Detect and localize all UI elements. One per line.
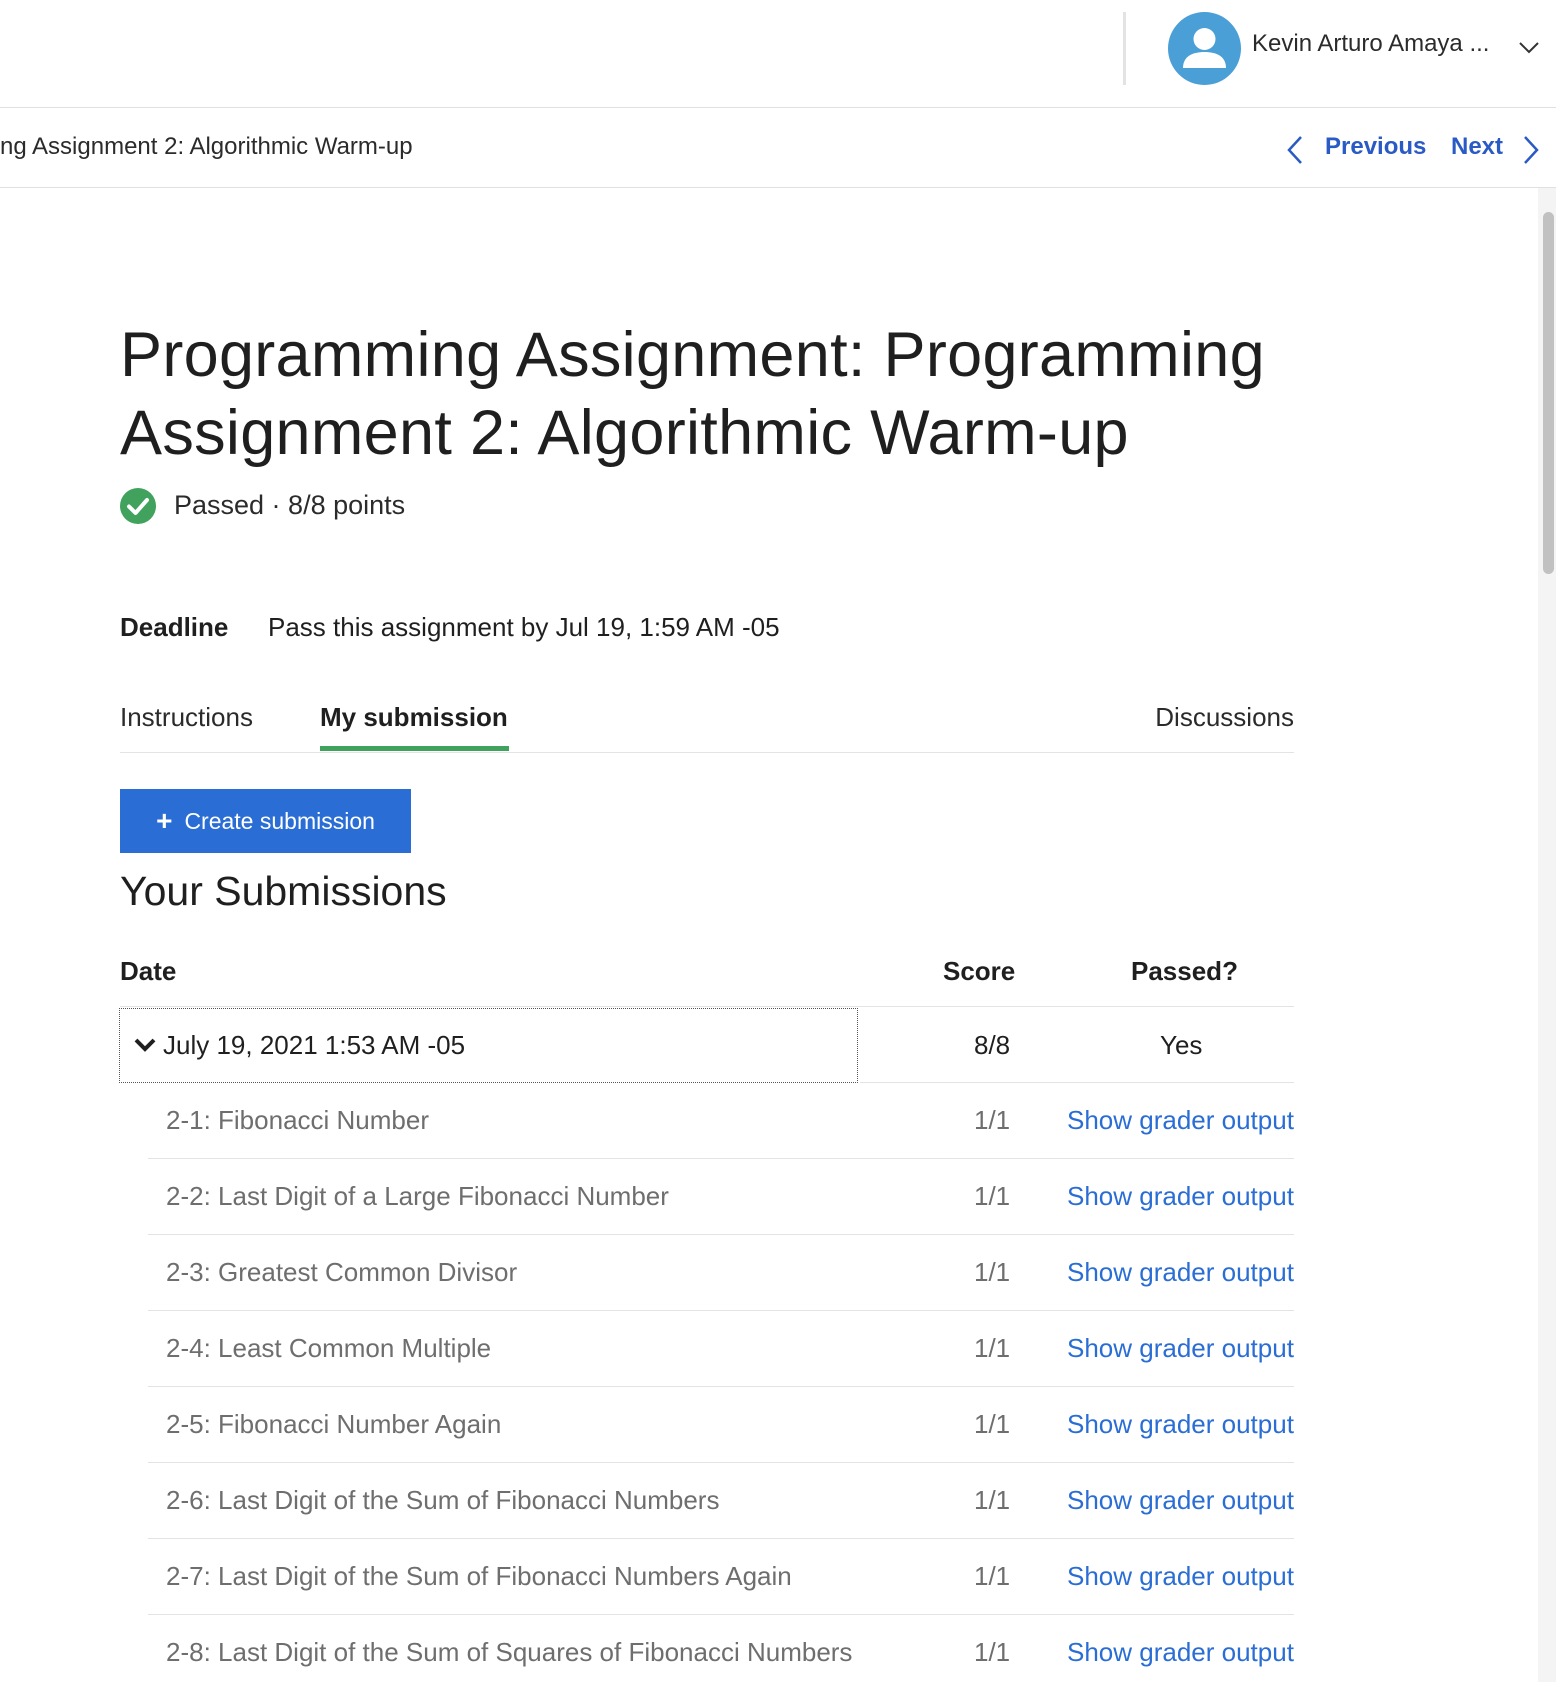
- item-navigation-bar: ng Assignment 2: Algorithmic Warm-up Pre…: [0, 107, 1556, 188]
- submission-passed: Yes: [1160, 1030, 1203, 1060]
- table-row: 2-2: Last Digit of a Large Fibonacci Num…: [148, 1159, 1294, 1234]
- show-grader-output-link[interactable]: Show grader output: [1067, 1409, 1294, 1440]
- part-name: 2-6: Last Digit of the Sum of Fibonacci …: [166, 1485, 720, 1515]
- part-name: 2-3: Greatest Common Divisor: [166, 1257, 518, 1287]
- part-score: 1/1: [974, 1485, 1011, 1515]
- chevron-down-icon[interactable]: [1518, 40, 1540, 56]
- part-name: 2-8: Last Digit of the Sum of Squares of…: [166, 1637, 853, 1667]
- table-row: 2-5: Fibonacci Number Again 1/1 Show gra…: [148, 1387, 1294, 1462]
- chevron-down-icon[interactable]: [133, 1036, 157, 1054]
- part-name: 2-2: Last Digit of a Large Fibonacci Num…: [166, 1181, 669, 1211]
- show-grader-output-link[interactable]: Show grader output: [1067, 1181, 1294, 1212]
- table-row: 2-3: Greatest Common Divisor 1/1 Show gr…: [148, 1235, 1294, 1310]
- assignment-tabs: Instructions My submission Discussions: [120, 690, 1294, 753]
- show-grader-output-link[interactable]: Show grader output: [1067, 1561, 1294, 1592]
- table-row: 2-6: Last Digit of the Sum of Fibonacci …: [148, 1463, 1294, 1538]
- chevron-right-icon[interactable]: [1522, 135, 1540, 165]
- submission-date: July 19, 2021 1:53 AM -05: [163, 1030, 466, 1060]
- page-title: Programming Assignment: Programming Assi…: [120, 320, 1265, 468]
- part-name: 2-5: Fibonacci Number Again: [166, 1409, 502, 1439]
- chevron-left-icon[interactable]: [1286, 135, 1304, 165]
- scrollbar-thumb[interactable]: [1543, 212, 1554, 574]
- column-header-date: Date: [120, 956, 177, 986]
- part-score: 1/1: [974, 1333, 1011, 1363]
- show-grader-output-link[interactable]: Show grader output: [1067, 1257, 1294, 1288]
- submission-score: 8/8: [974, 1030, 1011, 1060]
- tab-my-submission[interactable]: My submission: [320, 702, 508, 733]
- part-score: 1/1: [974, 1561, 1011, 1591]
- grade-status: Passed · 8/8 points: [174, 490, 406, 520]
- tab-discussions[interactable]: Discussions: [1155, 702, 1294, 733]
- header-divider: [1123, 12, 1126, 85]
- deadline-label: Deadline: [120, 612, 229, 642]
- check-circle-icon: [120, 488, 156, 524]
- part-name: 2-1: Fibonacci Number: [166, 1105, 429, 1135]
- tab-instructions[interactable]: Instructions: [120, 702, 253, 733]
- create-submission-button[interactable]: + Create submission: [120, 789, 411, 853]
- column-header-passed: Passed?: [1131, 956, 1238, 986]
- breadcrumb: ng Assignment 2: Algorithmic Warm-up: [0, 133, 413, 160]
- table-row: 2-4: Least Common Multiple 1/1 Show grad…: [148, 1311, 1294, 1386]
- table-row: 2-7: Last Digit of the Sum of Fibonacci …: [148, 1539, 1294, 1614]
- part-score: 1/1: [974, 1257, 1011, 1287]
- table-row: 2-8: Last Digit of the Sum of Squares of…: [148, 1615, 1294, 1682]
- part-name: 2-4: Least Common Multiple: [166, 1333, 492, 1363]
- submission-row[interactable]: July 19, 2021 1:53 AM -05 8/8 Yes: [119, 1008, 1293, 1083]
- show-grader-output-link[interactable]: Show grader output: [1067, 1105, 1294, 1136]
- show-grader-output-link[interactable]: Show grader output: [1067, 1637, 1294, 1668]
- previous-button[interactable]: Previous: [1325, 133, 1426, 161]
- header-separator: [120, 1006, 1294, 1007]
- show-grader-output-link[interactable]: Show grader output: [1067, 1485, 1294, 1516]
- column-header-score: Score: [943, 956, 1016, 986]
- part-score: 1/1: [974, 1637, 1011, 1667]
- top-header: Kevin Arturo Amaya ...: [0, 0, 1556, 108]
- submissions-heading: Your Submissions: [120, 868, 447, 914]
- part-score: 1/1: [974, 1181, 1011, 1211]
- part-score: 1/1: [974, 1105, 1011, 1135]
- user-name[interactable]: Kevin Arturo Amaya ...: [1252, 30, 1489, 58]
- deadline-text: Pass this assignment by Jul 19, 1:59 AM …: [268, 612, 780, 642]
- user-avatar-icon[interactable]: [1168, 12, 1241, 85]
- active-tab-indicator: [320, 746, 509, 751]
- table-row: 2-1: Fibonacci Number 1/1 Show grader ou…: [148, 1083, 1294, 1158]
- show-grader-output-link[interactable]: Show grader output: [1067, 1333, 1294, 1364]
- plus-icon: +: [156, 805, 173, 836]
- part-name: 2-7: Last Digit of the Sum of Fibonacci …: [166, 1561, 792, 1591]
- next-button[interactable]: Next: [1451, 133, 1503, 161]
- create-submission-label: Create submission: [184, 807, 375, 834]
- part-score: 1/1: [974, 1409, 1011, 1439]
